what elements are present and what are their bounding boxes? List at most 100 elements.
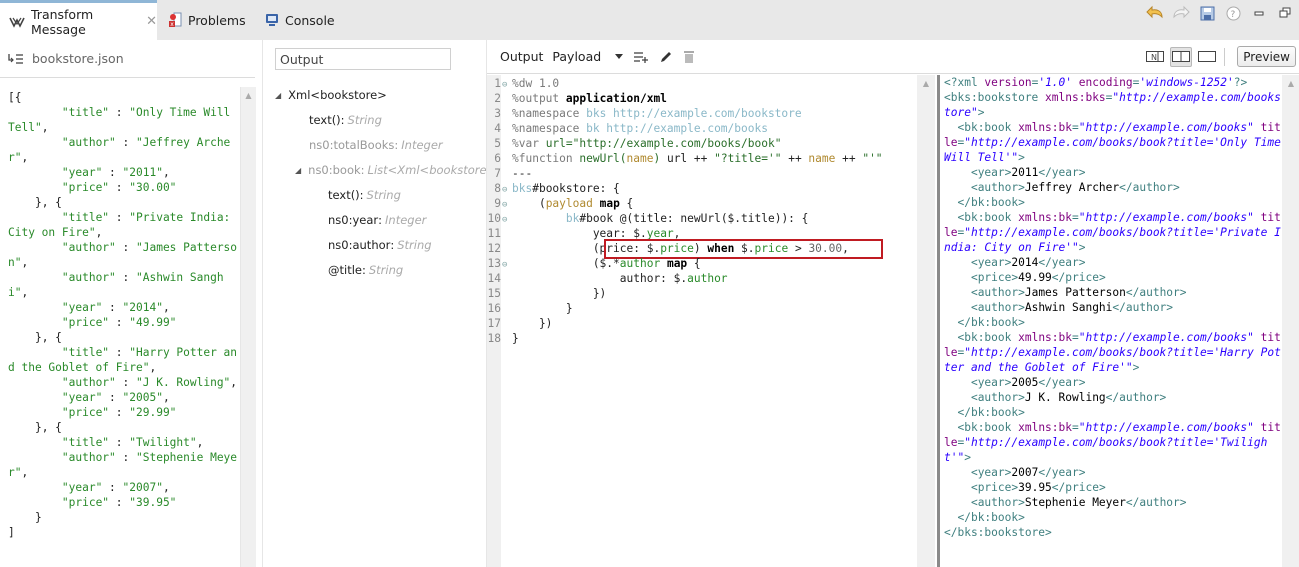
xml-token: James Patterson: [1024, 286, 1126, 299]
tab-transform-message[interactable]: Transform Message ✕: [0, 0, 157, 40]
code-line[interactable]: 8⊖ bks#bookstore: {: [487, 181, 620, 196]
code-scrollbar[interactable]: ▲: [917, 75, 935, 567]
code-token: (: [512, 197, 546, 210]
code-token: url="http://example.com/books/book": [545, 137, 782, 150]
json-line: "author" : "J K. Rowling",: [8, 375, 240, 390]
json-string: "J K. Rowling": [136, 376, 231, 389]
expand-triangle-icon[interactable]: ◢: [295, 166, 301, 175]
code-token: "?title='": [714, 152, 782, 165]
node-colon: :: [340, 113, 345, 127]
xml-token: <bk:book: [944, 421, 1019, 434]
metadata-tree-node[interactable]: ◢ ns0:book : List<Xml<bookstore>>: [295, 160, 506, 180]
edit-icon[interactable]: [659, 50, 673, 64]
xml-line: <price>49.99</price>: [944, 270, 1282, 285]
xml-line: <author>Jeffrey Archer</author>: [944, 180, 1282, 195]
code-line[interactable]: 16 }: [487, 301, 573, 316]
code-token: bks: [512, 182, 533, 195]
toolbar-separator: [1224, 47, 1226, 66]
code-token: bks http://example.com/bookstore: [586, 107, 802, 120]
dropdown-icon[interactable]: [615, 53, 624, 60]
scroll-up-icon[interactable]: ▲: [1282, 79, 1299, 88]
metadata-tree-node[interactable]: ns0:year : Integer: [328, 210, 426, 230]
json-string: "2007": [122, 481, 163, 494]
code-token: {: [619, 197, 634, 210]
json-line: "price" : "39.95": [8, 495, 240, 510]
code-line[interactable]: 3 %namespace bks http://example.com/book…: [487, 106, 802, 121]
scroll-up-icon[interactable]: ▲: [917, 79, 935, 88]
metadata-tree-node[interactable]: @title : String: [328, 260, 403, 280]
json-string: "author": [61, 136, 116, 149]
help-icon[interactable]: ?: [1223, 3, 1243, 23]
metadata-tree-node[interactable]: ns0:author : String: [328, 235, 432, 255]
dataweave-code-editor[interactable]: 1⊖ %dw 1.0 2 %output application/xml 3 %nam…: [487, 75, 917, 567]
json-punct: [8, 106, 62, 119]
xml-token: </year>: [1038, 376, 1086, 389]
input-json-viewer[interactable]: [{ "title" : "Only Time Will Tell", "aut…: [0, 87, 240, 567]
payload-selector[interactable]: Payload: [552, 49, 601, 64]
code-line[interactable]: 2 %output application/xml: [487, 91, 667, 106]
add-output-icon[interactable]: [633, 51, 649, 63]
input-file-name[interactable]: bookstore.json: [32, 51, 124, 66]
expand-triangle-icon[interactable]: ◢: [275, 91, 281, 100]
line-number: 18: [487, 332, 501, 345]
input-pane: bookstore.json [{ "title" : "Only Time W…: [0, 40, 260, 567]
xml-token: 49.99: [1018, 271, 1052, 284]
code-line[interactable]: 13⊖ ($.*author map {: [487, 256, 701, 271]
code-line[interactable]: 14 author: $.author: [487, 271, 728, 286]
xml-line: <author>Ashwin Sanghi</author>: [944, 300, 1282, 315]
single-view-icon[interactable]: [1196, 47, 1218, 67]
xml-token: "http://example.com/books": [1078, 121, 1254, 134]
metadata-tree-node[interactable]: ns0:totalBooks : Integer: [309, 135, 443, 155]
json-string: "title": [61, 211, 110, 224]
xml-line: <year>2011</year>: [944, 165, 1282, 180]
xml-token: [1254, 121, 1261, 134]
json-string: "author": [61, 376, 116, 389]
xml-line: </bk:book>: [944, 405, 1282, 420]
code-line[interactable]: 15 }): [487, 286, 607, 301]
json-string: "year": [61, 481, 103, 494]
node-colon: :: [360, 163, 365, 177]
code-line[interactable]: 5 %var url="http://example.com/books/boo…: [487, 136, 781, 151]
json-punct: :: [115, 376, 136, 389]
metadata-tree-node[interactable]: text() : String: [328, 185, 401, 205]
xml-preview[interactable]: <?xml version = '1.0' encoding = 'windows-12…: [937, 75, 1282, 567]
json-punct: ,: [95, 226, 103, 239]
json-punct: :: [102, 301, 123, 314]
xml-token: <bk:book: [944, 121, 1019, 134]
json-punct: ,: [162, 391, 170, 404]
xml-token: <author>: [944, 301, 1025, 314]
redo-icon[interactable]: [1171, 3, 1191, 23]
code-line[interactable]: 9⊖ (payload map {: [487, 196, 633, 211]
undo-icon[interactable]: [1145, 3, 1165, 23]
code-line[interactable]: 4 %namespace bk http://example.com/books: [487, 121, 768, 136]
metadata-tree-node[interactable]: ◢ Xml<bookstore>: [275, 85, 387, 105]
save-icon[interactable]: [1197, 3, 1217, 23]
restore-icon[interactable]: [1275, 3, 1295, 23]
code-line[interactable]: 6 %function newUrl(name) url ++ "?title=…: [487, 151, 882, 166]
svg-text:N: N: [1151, 53, 1157, 62]
metadata-search-input[interactable]: [275, 48, 451, 70]
split-view-icon[interactable]: [1170, 46, 1193, 67]
delete-icon[interactable]: [683, 50, 695, 64]
close-tab-icon[interactable]: ✕: [146, 14, 157, 29]
code-line[interactable]: 10⊖ bk#book @(title: newUrl($.title)): {: [487, 211, 809, 226]
source-only-icon[interactable]: N: [1144, 47, 1166, 67]
metadata-tree-node[interactable]: text() : String: [309, 110, 382, 130]
json-punct: }, {: [8, 196, 62, 209]
code-line[interactable]: 17 }): [487, 316, 553, 331]
tab-console[interactable]: Console: [265, 0, 335, 40]
input-scrollbar[interactable]: ▲: [240, 87, 256, 567]
minimize-icon[interactable]: [1249, 3, 1269, 23]
json-punct: ]: [8, 526, 15, 539]
code-token: name: [626, 152, 654, 165]
xml-token: xmlns:bk: [1018, 331, 1072, 344]
json-line: }, {: [8, 330, 240, 345]
code-line[interactable]: 18 }: [487, 331, 519, 346]
code-line[interactable]: 7 ---: [487, 166, 532, 181]
code-line[interactable]: 1⊖ %dw 1.0: [487, 76, 559, 91]
scroll-up-icon[interactable]: ▲: [241, 91, 256, 100]
tab-problems[interactable]: x Problems: [168, 0, 246, 40]
preview-scrollbar[interactable]: ▲: [1282, 75, 1299, 567]
json-line: "title" : "Private India: City on Fire",: [8, 210, 240, 240]
preview-button[interactable]: Preview: [1237, 46, 1296, 67]
